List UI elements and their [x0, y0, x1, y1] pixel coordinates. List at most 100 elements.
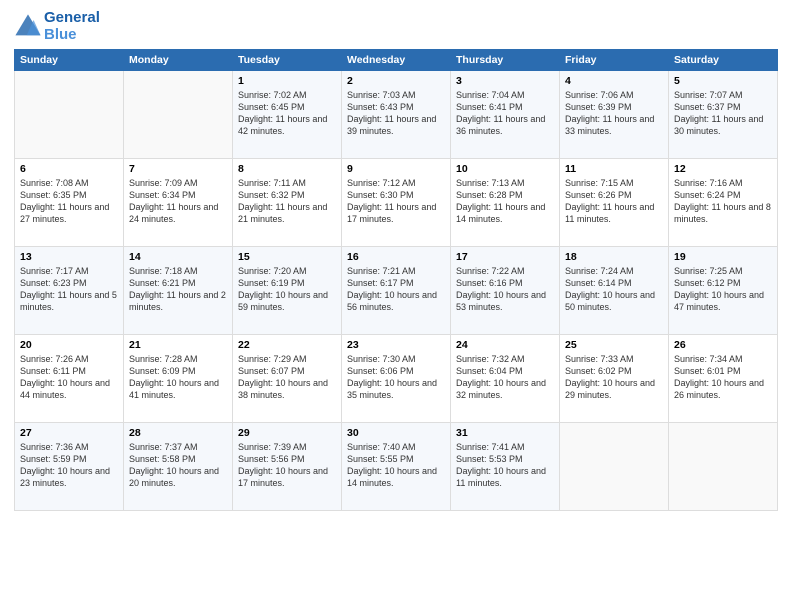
day-number: 23 [347, 339, 445, 351]
day-number: 14 [129, 251, 227, 263]
day-info: Sunrise: 7:17 AM Sunset: 6:23 PM Dayligh… [20, 265, 118, 314]
day-cell: 25Sunrise: 7:33 AM Sunset: 6:02 PM Dayli… [560, 335, 669, 423]
day-info: Sunrise: 7:29 AM Sunset: 6:07 PM Dayligh… [238, 353, 336, 402]
col-header-sunday: Sunday [15, 50, 124, 71]
day-number: 5 [674, 75, 772, 87]
day-cell: 7Sunrise: 7:09 AM Sunset: 6:34 PM Daylig… [124, 159, 233, 247]
day-cell: 28Sunrise: 7:37 AM Sunset: 5:58 PM Dayli… [124, 423, 233, 511]
day-cell: 9 Sunrise: 7:12 AM Sunset: 6:30 PM Daylig… [342, 159, 451, 247]
day-info: Sunrise: 7:28 AM Sunset: 6:09 PM Dayligh… [129, 353, 227, 402]
day-number: 9 [347, 163, 445, 175]
day-number: 26 [674, 339, 772, 351]
logo-icon [14, 13, 42, 41]
day-cell: 16 Sunrise: 7:21 AM Sunset: 6:17 PM Dayli… [342, 247, 451, 335]
day-cell: 31 Sunrise: 7:41 AM Sunset: 5:53 PM Dayli… [451, 423, 560, 511]
week-row-2: 6 Sunrise: 7:08 AM Sunset: 6:35 PM Daylig… [15, 159, 778, 247]
day-number: 24 [456, 339, 554, 351]
day-info: Sunrise: 7:18 AM Sunset: 6:21 PM Dayligh… [129, 265, 227, 314]
day-cell: 3 Sunrise: 7:04 AM Sunset: 6:41 PM Daylig… [451, 71, 560, 159]
day-cell: 20 Sunrise: 7:26 AM Sunset: 6:11 PM Dayli… [15, 335, 124, 423]
day-info: Sunrise: 7:02 AM Sunset: 6:45 PM Dayligh… [238, 89, 336, 138]
day-info: Sunrise: 7:08 AM Sunset: 6:35 PM Dayligh… [20, 177, 118, 226]
logo: General Blue [14, 10, 100, 43]
day-cell: 2Sunrise: 7:03 AM Sunset: 6:43 PM Daylig… [342, 71, 451, 159]
day-cell: 21 Sunrise: 7:28 AM Sunset: 6:09 PM Dayli… [124, 335, 233, 423]
day-cell: 12 Sunrise: 7:16 AM Sunset: 6:24 PM Dayli… [669, 159, 778, 247]
day-cell: 19 Sunrise: 7:25 AM Sunset: 6:12 PM Dayli… [669, 247, 778, 335]
day-info: Sunrise: 7:15 AM Sunset: 6:26 PM Dayligh… [565, 177, 663, 226]
day-cell [15, 71, 124, 159]
day-number: 6 [20, 163, 118, 175]
day-cell: 23 Sunrise: 7:30 AM Sunset: 6:06 PM Dayli… [342, 335, 451, 423]
col-header-wednesday: Wednesday [342, 50, 451, 71]
day-info: Sunrise: 7:24 AM Sunset: 6:14 PM Dayligh… [565, 265, 663, 314]
day-info: Sunrise: 7:41 AM Sunset: 5:53 PM Dayligh… [456, 441, 554, 490]
day-number: 30 [347, 427, 445, 439]
day-cell: 13 Sunrise: 7:17 AM Sunset: 6:23 PM Dayli… [15, 247, 124, 335]
day-number: 25 [565, 339, 663, 351]
day-info: Sunrise: 7:12 AM Sunset: 6:30 PM Dayligh… [347, 177, 445, 226]
day-cell: 5 Sunrise: 7:07 AM Sunset: 6:37 PM Daylig… [669, 71, 778, 159]
day-number: 21 [129, 339, 227, 351]
week-row-5: 27Sunrise: 7:36 AM Sunset: 5:59 PM Dayli… [15, 423, 778, 511]
col-header-saturday: Saturday [669, 50, 778, 71]
day-info: Sunrise: 7:40 AM Sunset: 5:55 PM Dayligh… [347, 441, 445, 490]
day-number: 29 [238, 427, 336, 439]
day-cell [669, 423, 778, 511]
day-cell: 4 Sunrise: 7:06 AM Sunset: 6:39 PM Daylig… [560, 71, 669, 159]
col-header-tuesday: Tuesday [233, 50, 342, 71]
page: General Blue SundayMondayTuesdayWednesda… [0, 0, 792, 612]
day-info: Sunrise: 7:13 AM Sunset: 6:28 PM Dayligh… [456, 177, 554, 226]
day-number: 19 [674, 251, 772, 263]
day-info: Sunrise: 7:37 AM Sunset: 5:58 PM Dayligh… [129, 441, 227, 490]
day-number: 15 [238, 251, 336, 263]
day-info: Sunrise: 7:36 AM Sunset: 5:59 PM Dayligh… [20, 441, 118, 490]
day-info: Sunrise: 7:25 AM Sunset: 6:12 PM Dayligh… [674, 265, 772, 314]
day-number: 4 [565, 75, 663, 87]
week-row-1: 1 Sunrise: 7:02 AM Sunset: 6:45 PM Daylig… [15, 71, 778, 159]
day-info: Sunrise: 7:21 AM Sunset: 6:17 PM Dayligh… [347, 265, 445, 314]
day-info: Sunrise: 7:16 AM Sunset: 6:24 PM Dayligh… [674, 177, 772, 226]
day-info: Sunrise: 7:32 AM Sunset: 6:04 PM Dayligh… [456, 353, 554, 402]
day-number: 22 [238, 339, 336, 351]
day-cell: 29 Sunrise: 7:39 AM Sunset: 5:56 PM Dayli… [233, 423, 342, 511]
day-number: 8 [238, 163, 336, 175]
day-number: 1 [238, 75, 336, 87]
day-cell: 26Sunrise: 7:34 AM Sunset: 6:01 PM Dayli… [669, 335, 778, 423]
day-info: Sunrise: 7:39 AM Sunset: 5:56 PM Dayligh… [238, 441, 336, 490]
calendar-table: SundayMondayTuesdayWednesdayThursdayFrid… [14, 49, 778, 511]
day-number: 2 [347, 75, 445, 87]
logo-text: General Blue [44, 10, 100, 43]
header: General Blue [14, 10, 778, 43]
day-cell: 17Sunrise: 7:22 AM Sunset: 6:16 PM Dayli… [451, 247, 560, 335]
col-header-monday: Monday [124, 50, 233, 71]
day-cell: 1 Sunrise: 7:02 AM Sunset: 6:45 PM Daylig… [233, 71, 342, 159]
day-number: 11 [565, 163, 663, 175]
day-cell: 8Sunrise: 7:11 AM Sunset: 6:32 PM Daylig… [233, 159, 342, 247]
week-row-4: 20 Sunrise: 7:26 AM Sunset: 6:11 PM Dayli… [15, 335, 778, 423]
day-cell: 24 Sunrise: 7:32 AM Sunset: 6:04 PM Dayli… [451, 335, 560, 423]
day-info: Sunrise: 7:04 AM Sunset: 6:41 PM Dayligh… [456, 89, 554, 138]
day-number: 20 [20, 339, 118, 351]
day-number: 12 [674, 163, 772, 175]
day-cell [560, 423, 669, 511]
day-number: 7 [129, 163, 227, 175]
col-header-thursday: Thursday [451, 50, 560, 71]
week-row-3: 13 Sunrise: 7:17 AM Sunset: 6:23 PM Dayli… [15, 247, 778, 335]
day-info: Sunrise: 7:06 AM Sunset: 6:39 PM Dayligh… [565, 89, 663, 138]
day-cell: 18Sunrise: 7:24 AM Sunset: 6:14 PM Dayli… [560, 247, 669, 335]
day-number: 3 [456, 75, 554, 87]
day-number: 31 [456, 427, 554, 439]
day-info: Sunrise: 7:22 AM Sunset: 6:16 PM Dayligh… [456, 265, 554, 314]
day-cell: 11 Sunrise: 7:15 AM Sunset: 6:26 PM Dayli… [560, 159, 669, 247]
day-number: 13 [20, 251, 118, 263]
day-cell: 14 Sunrise: 7:18 AM Sunset: 6:21 PM Dayli… [124, 247, 233, 335]
day-cell: 6 Sunrise: 7:08 AM Sunset: 6:35 PM Daylig… [15, 159, 124, 247]
day-info: Sunrise: 7:26 AM Sunset: 6:11 PM Dayligh… [20, 353, 118, 402]
day-number: 16 [347, 251, 445, 263]
day-info: Sunrise: 7:30 AM Sunset: 6:06 PM Dayligh… [347, 353, 445, 402]
day-info: Sunrise: 7:07 AM Sunset: 6:37 PM Dayligh… [674, 89, 772, 138]
day-info: Sunrise: 7:20 AM Sunset: 6:19 PM Dayligh… [238, 265, 336, 314]
col-header-friday: Friday [560, 50, 669, 71]
day-cell: 10Sunrise: 7:13 AM Sunset: 6:28 PM Dayli… [451, 159, 560, 247]
